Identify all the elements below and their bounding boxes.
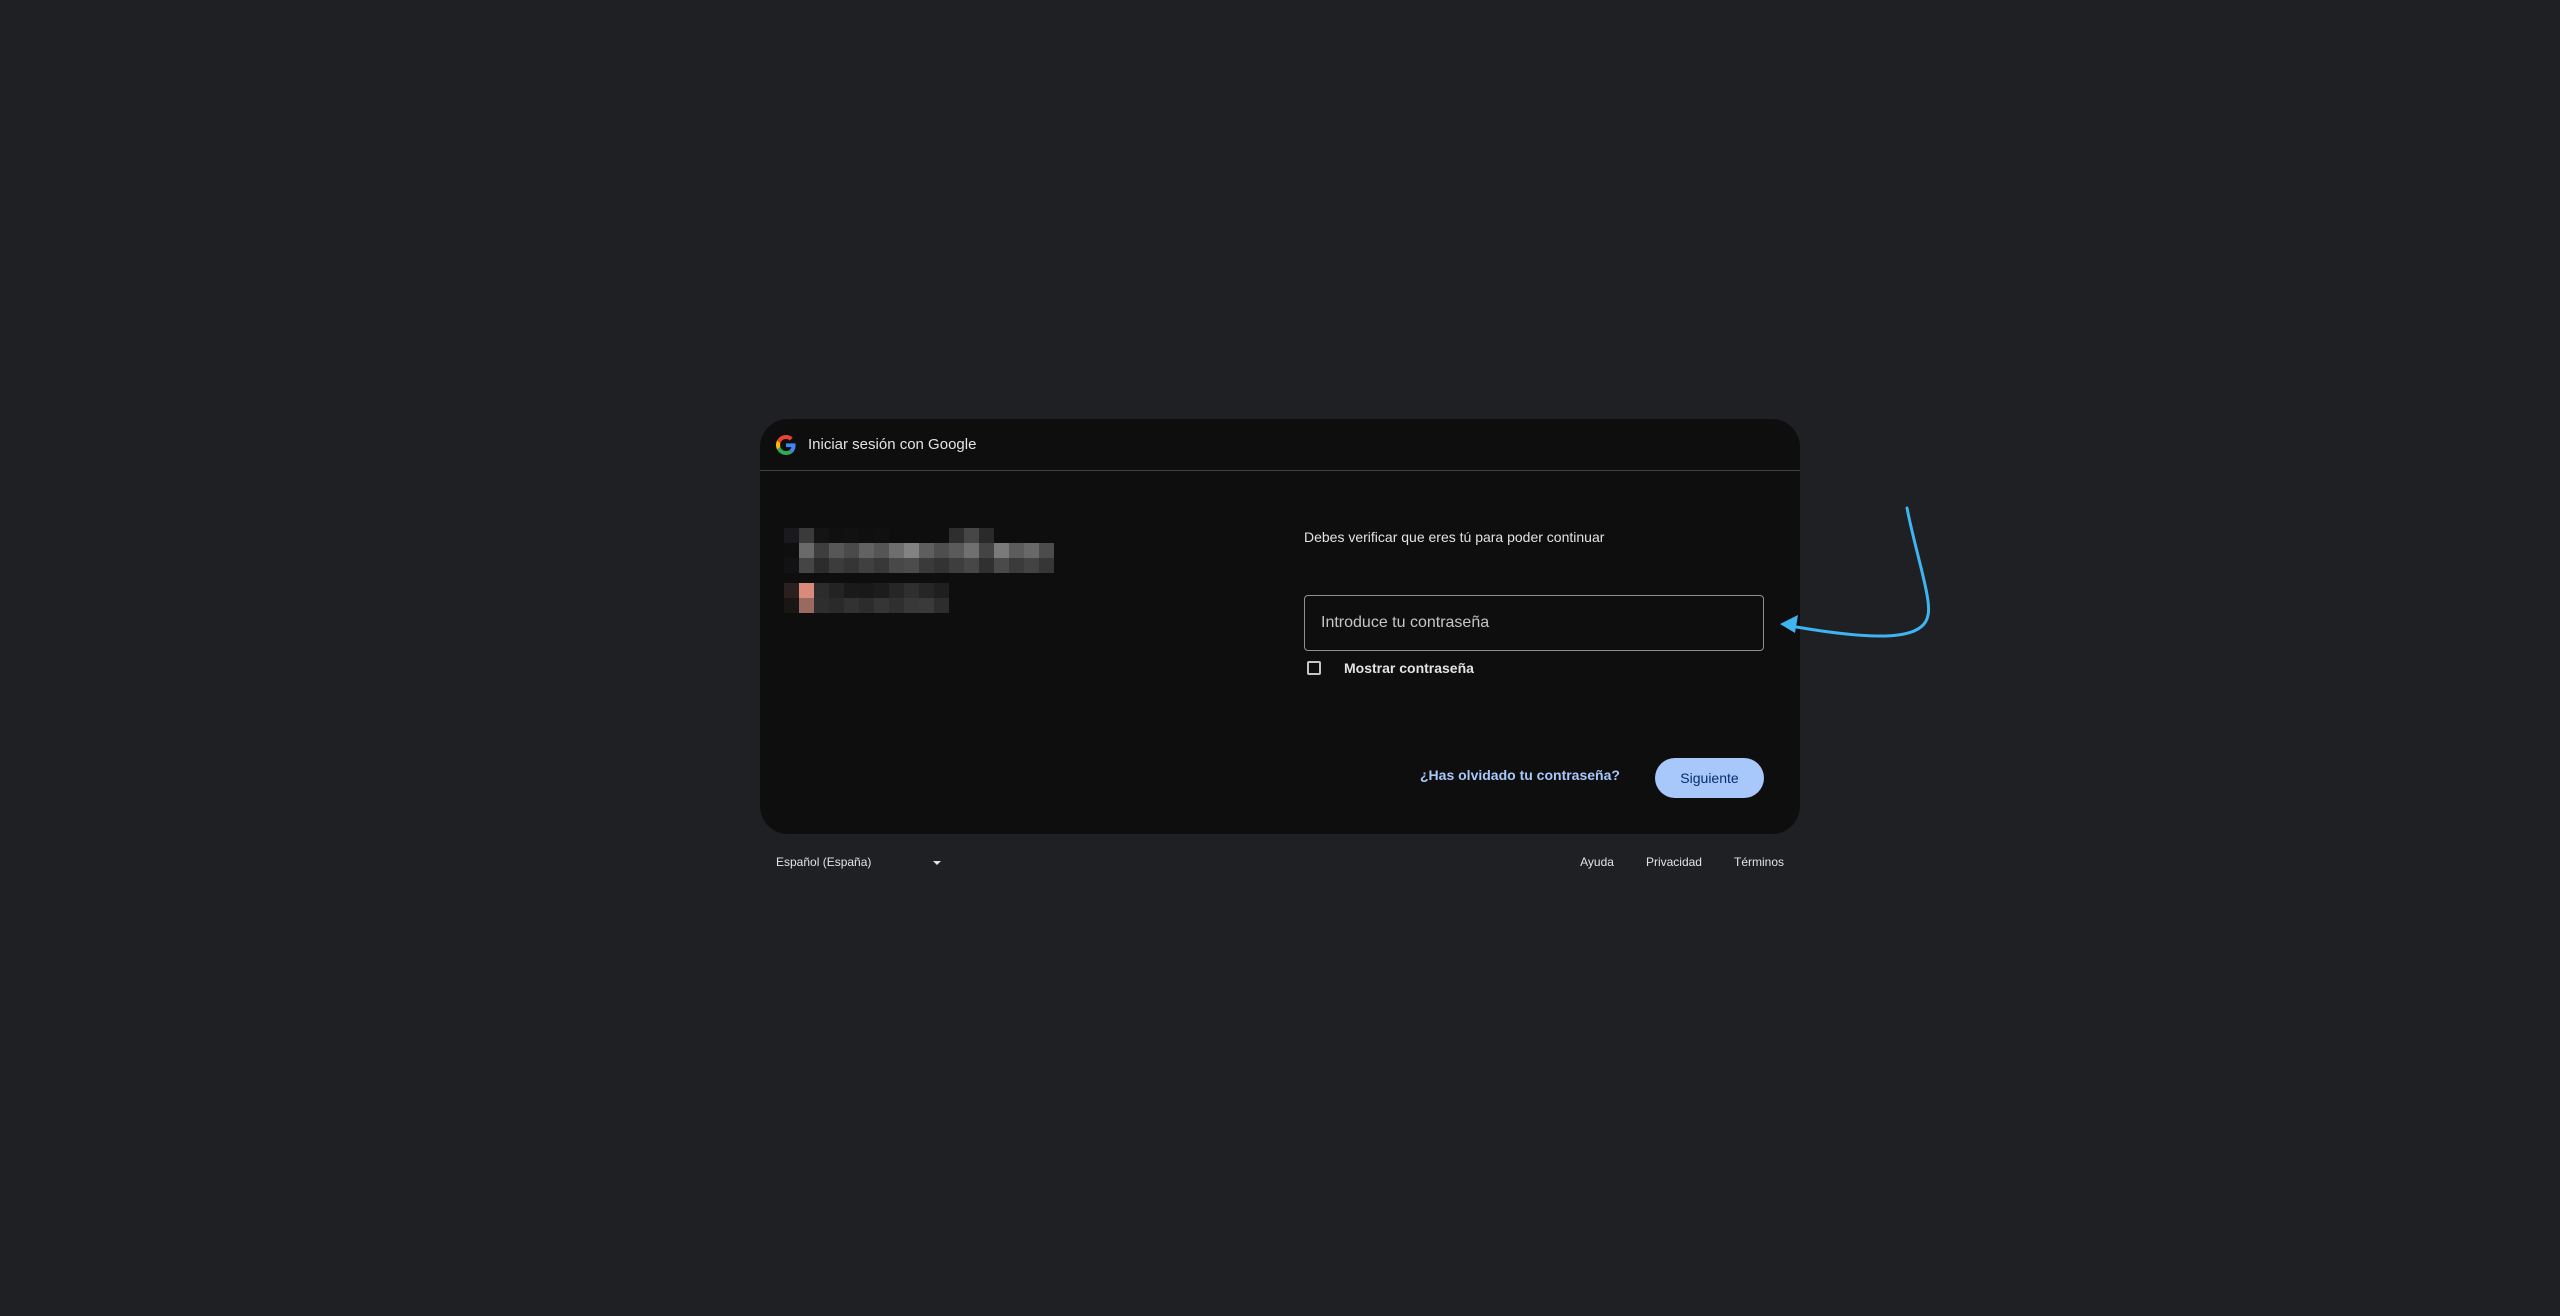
privacy-link[interactable]: Privacidad	[1646, 855, 1702, 869]
footer: Español (España) Ayuda Privacidad Términ…	[760, 855, 1800, 875]
terms-link[interactable]: Términos	[1734, 855, 1784, 869]
language-label: Español (España)	[776, 855, 872, 869]
language-selector[interactable]: Español (España)	[776, 855, 871, 869]
help-link[interactable]: Ayuda	[1580, 855, 1614, 869]
redacted-name-row-1	[784, 528, 1054, 543]
google-g-icon	[776, 435, 796, 455]
caret-down-icon[interactable]	[933, 861, 941, 865]
header-title: Iniciar sesión con Google	[808, 436, 977, 453]
password-input[interactable]	[1304, 595, 1764, 651]
page: Iniciar sesión con Google Debes verifica…	[0, 0, 2560, 1316]
footer-links: Ayuda Privacidad Términos	[1580, 855, 1784, 869]
account-identity-redacted	[784, 528, 1054, 613]
verify-message: Debes verificar que eres tú para poder c…	[1304, 529, 1605, 545]
show-password-toggle[interactable]: Mostrar contraseña	[1304, 660, 1474, 676]
card-header: Iniciar sesión con Google	[760, 419, 1800, 471]
show-password-label: Mostrar contraseña	[1344, 660, 1474, 676]
forgot-password-link[interactable]: ¿Has olvidado tu contraseña?	[1420, 767, 1620, 783]
sign-in-card: Iniciar sesión con Google Debes verifica…	[760, 419, 1800, 834]
redacted-email-row	[784, 583, 1054, 598]
next-button[interactable]: Siguiente	[1655, 758, 1764, 798]
show-password-checkbox[interactable]	[1307, 661, 1321, 675]
